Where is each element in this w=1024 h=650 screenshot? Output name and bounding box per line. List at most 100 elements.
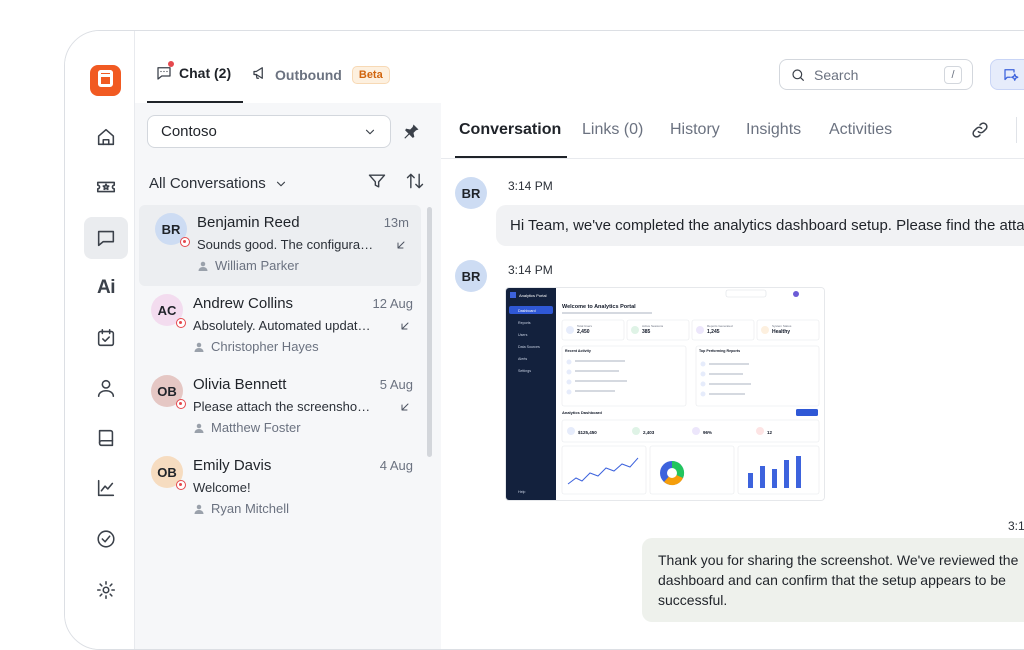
search-icon xyxy=(792,68,804,81)
ticket-icon[interactable] xyxy=(84,166,128,208)
svg-text:Active Sessions: Active Sessions xyxy=(642,324,664,328)
last-message-time: 4 Aug xyxy=(379,458,413,473)
svg-text:2,403: 2,403 xyxy=(643,430,655,435)
contact-name: Emily Davis xyxy=(193,457,272,474)
divider xyxy=(1016,117,1017,143)
message-bubble: Thank you for sharing the screenshot. We… xyxy=(642,538,1024,622)
conversation-item[interactable]: OB Olivia Bennett 5 Aug Please attach th… xyxy=(135,367,425,448)
check-circle-icon[interactable] xyxy=(84,518,128,560)
avatar-initials: BR xyxy=(161,221,181,237)
list-title: All Conversations xyxy=(149,175,266,192)
book-icon[interactable] xyxy=(84,417,128,459)
chevron-down-icon xyxy=(276,181,285,186)
svg-text:Welcome to Analytics Portal: Welcome to Analytics Portal xyxy=(562,304,636,310)
pin-icon[interactable] xyxy=(401,122,421,147)
conversation-item[interactable]: BR Benjamin Reed 13m Sounds good. The co… xyxy=(139,205,421,286)
tab-activities[interactable]: Activities xyxy=(829,121,892,139)
svg-text:1,245: 1,245 xyxy=(707,329,720,335)
avatar: AC xyxy=(151,294,186,328)
svg-text:385: 385 xyxy=(642,329,651,335)
tab-conversation[interactable]: Conversation xyxy=(459,121,561,139)
sparkle-chat-icon xyxy=(1004,68,1019,81)
svg-text:Healthy: Healthy xyxy=(772,329,790,335)
organization-select[interactable]: Contoso xyxy=(147,115,391,148)
tab-outbound[interactable]: Outbound Beta xyxy=(251,64,390,85)
svg-text:2,450: 2,450 xyxy=(577,329,590,335)
ai-icon[interactable]: Ai xyxy=(84,267,128,309)
svg-text:12: 12 xyxy=(767,430,773,435)
channel-badge-icon xyxy=(176,480,186,490)
user-icon[interactable] xyxy=(84,367,128,409)
tab-outbound-label: Outbound xyxy=(275,66,342,83)
filter-icon[interactable] xyxy=(367,171,387,196)
agent-name: William Parker xyxy=(215,258,299,273)
svg-text:Settings: Settings xyxy=(518,369,531,373)
message-time: 3:14 PM xyxy=(508,263,553,277)
tab-links[interactable]: Links (0) xyxy=(582,121,643,139)
contact-name: Benjamin Reed xyxy=(197,214,300,231)
nav-rail: Ai xyxy=(65,31,135,649)
message-text: Thank you for sharing the screenshot. We… xyxy=(658,552,1019,608)
svg-text:Users: Users xyxy=(518,333,528,337)
assigned-agent: Christopher Hayes xyxy=(193,339,319,354)
beta-badge: Beta xyxy=(351,65,390,84)
message-text: Hi Team, we've completed the analytics d… xyxy=(510,217,1024,234)
message-bubble: Hi Team, we've completed the analytics d… xyxy=(496,205,1024,246)
list-header: All Conversations xyxy=(149,171,425,196)
incoming-arrow-icon xyxy=(395,238,407,256)
svg-text:96%: 96% xyxy=(703,430,712,435)
tab-history[interactable]: History xyxy=(670,121,720,139)
svg-text:Data Sources: Data Sources xyxy=(518,345,540,349)
user-icon xyxy=(194,423,204,433)
sort-icon[interactable] xyxy=(405,171,425,196)
chat-icon[interactable] xyxy=(84,217,128,259)
tab-insights[interactable]: Insights xyxy=(746,121,801,139)
conversation-filter-dropdown[interactable]: All Conversations xyxy=(149,175,288,192)
assigned-agent: William Parker xyxy=(197,258,299,273)
svg-text:Reports Generated: Reports Generated xyxy=(707,324,733,328)
search-placeholder: Search xyxy=(814,66,859,83)
organization-value: Contoso xyxy=(161,123,217,140)
link-icon[interactable] xyxy=(970,120,990,145)
incoming-arrow-icon xyxy=(399,400,411,418)
thumb-app-name: Analytics Portal xyxy=(519,293,547,298)
channel-badge-icon xyxy=(176,399,186,409)
megaphone-icon xyxy=(251,64,269,85)
search-input[interactable]: Search / xyxy=(779,59,973,90)
analytics-icon[interactable] xyxy=(84,467,128,509)
avatar-initials: OB xyxy=(157,464,177,480)
conversation-item[interactable]: OB Emily Davis 4 Aug Welcome! Ryan Mitch… xyxy=(135,448,425,529)
list-scrollbar[interactable] xyxy=(427,207,432,457)
calendar-check-icon[interactable] xyxy=(84,317,128,359)
settings-icon[interactable] xyxy=(84,569,128,611)
svg-text:$125,450: $125,450 xyxy=(578,430,597,435)
tab-chat[interactable]: Chat (2) xyxy=(155,61,231,82)
avatar-initials: OB xyxy=(157,383,177,399)
avatar: BR xyxy=(455,177,487,209)
conversation-list: BR Benjamin Reed 13m Sounds good. The co… xyxy=(135,205,425,529)
svg-text:Reports: Reports xyxy=(518,321,531,325)
svg-text:Dashboard: Dashboard xyxy=(518,309,536,313)
user-icon xyxy=(198,261,208,271)
active-tab-indicator xyxy=(147,101,243,103)
assigned-agent: Matthew Foster xyxy=(193,420,301,435)
app-logo-icon[interactable] xyxy=(90,65,121,96)
attached-screenshot[interactable]: Analytics Portal Dashboard Reports Users… xyxy=(506,288,824,500)
last-message-time: 13m xyxy=(383,215,409,230)
home-icon[interactable] xyxy=(84,116,128,158)
chat-bubble-icon xyxy=(155,61,174,82)
conversation-item[interactable]: AC Andrew Collins 12 Aug Absolutely. Aut… xyxy=(135,286,425,367)
avatar: OB xyxy=(151,456,186,490)
avatar: OB xyxy=(151,375,186,409)
svg-text:Total Users: Total Users xyxy=(577,324,593,328)
avatar-initials: AC xyxy=(157,302,177,318)
thumb-sidebar xyxy=(506,288,556,500)
agent-name: Christopher Hayes xyxy=(211,339,319,354)
last-message-preview: Welcome! xyxy=(193,480,251,495)
agent-name: Matthew Foster xyxy=(211,420,301,435)
svg-text:Alerts: Alerts xyxy=(518,357,527,361)
last-message-preview: Absolutely. Automated updates are enable… xyxy=(193,318,371,333)
user-icon xyxy=(194,342,204,352)
conversation-tabs: Conversation Links (0) History Insights … xyxy=(441,103,1024,159)
ai-assistant-button[interactable] xyxy=(990,59,1024,90)
